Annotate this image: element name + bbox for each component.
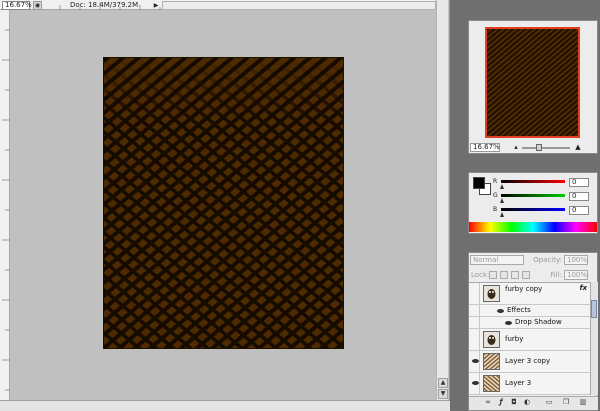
green-channel-label: G: [493, 192, 498, 199]
effects-row[interactable]: Effects: [469, 305, 590, 317]
layer-name: furby copy: [505, 285, 543, 293]
lock-all-icon[interactable]: [522, 271, 530, 279]
trash-icon[interactable]: ▥: [579, 398, 587, 407]
layers-scrollbar-thumb[interactable]: [591, 300, 597, 318]
navigator-thumbnail[interactable]: [485, 27, 580, 138]
scroll-down-icon[interactable]: ▼: [438, 389, 448, 399]
drop-shadow-visibility-toggle[interactable]: [470, 317, 480, 328]
color-spectrum-bar[interactable]: [469, 222, 597, 232]
adjustment-layer-icon[interactable]: ◐: [523, 398, 531, 407]
blend-mode-select[interactable]: Normal: [470, 255, 524, 265]
opacity-label: Opacity:: [533, 256, 562, 264]
layer-row-furby[interactable]: furby: [469, 329, 590, 351]
layer-row-layer-3[interactable]: Layer 3: [469, 373, 590, 395]
red-channel-slider[interactable]: [501, 180, 565, 183]
status-bar: [0, 400, 450, 411]
panel-dock-gutter: [450, 0, 468, 411]
layer-name: Layer 3 copy: [505, 357, 551, 365]
layer-thumbnail: [483, 285, 500, 302]
drop-shadow-row[interactable]: Drop Shadow: [469, 317, 590, 329]
new-layer-icon[interactable]: ❐: [562, 398, 570, 407]
layer-name: Layer 3: [505, 379, 532, 387]
eye-icon[interactable]: [472, 381, 479, 385]
layer-name: furby: [505, 335, 524, 343]
red-channel-label: R: [493, 178, 498, 185]
new-group-icon[interactable]: ▭: [545, 398, 553, 407]
fill-field[interactable]: 100%: [564, 270, 588, 280]
layer-thumbnail: [483, 331, 500, 348]
horizontal-scrollbar[interactable]: [162, 1, 436, 10]
blue-channel-label: B: [493, 206, 498, 213]
effects-visibility-toggle[interactable]: [470, 305, 480, 316]
navigator-zoom-field[interactable]: 16.67%: [470, 143, 500, 152]
vertical-scrollbar[interactable]: ▲ ▼: [436, 0, 448, 400]
layer-visibility-toggle[interactable]: [470, 329, 480, 350]
layers-scrollbar[interactable]: [590, 282, 598, 395]
layer-thumbnail: [483, 353, 500, 370]
scroll-up-icon[interactable]: ▲: [438, 378, 448, 388]
layer-mask-icon[interactable]: ◘: [510, 398, 518, 407]
lock-transparency-icon[interactable]: [489, 271, 497, 279]
layer-row-furby-copy[interactable]: furby copy fx: [469, 283, 590, 305]
link-layers-icon[interactable]: ∞: [484, 398, 492, 407]
eye-icon[interactable]: [472, 359, 479, 363]
layer-visibility-toggle[interactable]: [470, 373, 480, 394]
layer-list: furby copy fx Effects Drop Shadow furby …: [469, 282, 590, 395]
zoom-out-icon[interactable]: ▴: [512, 143, 520, 152]
foreground-color-swatch[interactable]: [473, 177, 485, 189]
blue-value-field[interactable]: 0: [569, 206, 589, 215]
navigator-zoom-handle[interactable]: [535, 144, 542, 151]
lock-position-icon[interactable]: [511, 271, 519, 279]
drop-shadow-label: Drop Shadow: [515, 318, 562, 326]
status-expand-icon[interactable]: ▶: [152, 1, 160, 10]
layer-style-indicator[interactable]: fx: [579, 284, 587, 292]
eye-icon[interactable]: [505, 321, 512, 325]
eye-icon[interactable]: [497, 309, 504, 313]
document-size-info: Doc: 18.4M/379.2M: [70, 1, 139, 9]
layer-visibility-toggle[interactable]: [470, 283, 480, 304]
zoom-level-field[interactable]: 16.67%: [2, 1, 32, 10]
red-value-field[interactable]: 0: [569, 178, 589, 187]
green-value-field[interactable]: 0: [569, 192, 589, 201]
vertical-ruler: [0, 10, 10, 400]
status-menu-icon[interactable]: ◉: [33, 1, 42, 10]
layer-row-layer-3-copy[interactable]: Layer 3 copy: [469, 351, 590, 373]
fill-label: Fill:: [550, 271, 562, 279]
navigator-zoom-slider[interactable]: [522, 147, 570, 149]
zoom-in-icon[interactable]: ▲: [574, 143, 582, 152]
blue-channel-slider[interactable]: [501, 208, 565, 211]
opacity-field[interactable]: 100%: [564, 255, 588, 265]
green-channel-slider[interactable]: [501, 194, 565, 197]
layer-thumbnail: [483, 375, 500, 392]
artwork-canvas[interactable]: [103, 57, 344, 349]
effects-label: Effects: [507, 306, 531, 314]
lock-label: Lock:: [471, 271, 490, 279]
layer-style-icon[interactable]: ƒ: [497, 398, 505, 407]
layer-visibility-toggle[interactable]: [470, 351, 480, 372]
lock-pixels-icon[interactable]: [500, 271, 508, 279]
